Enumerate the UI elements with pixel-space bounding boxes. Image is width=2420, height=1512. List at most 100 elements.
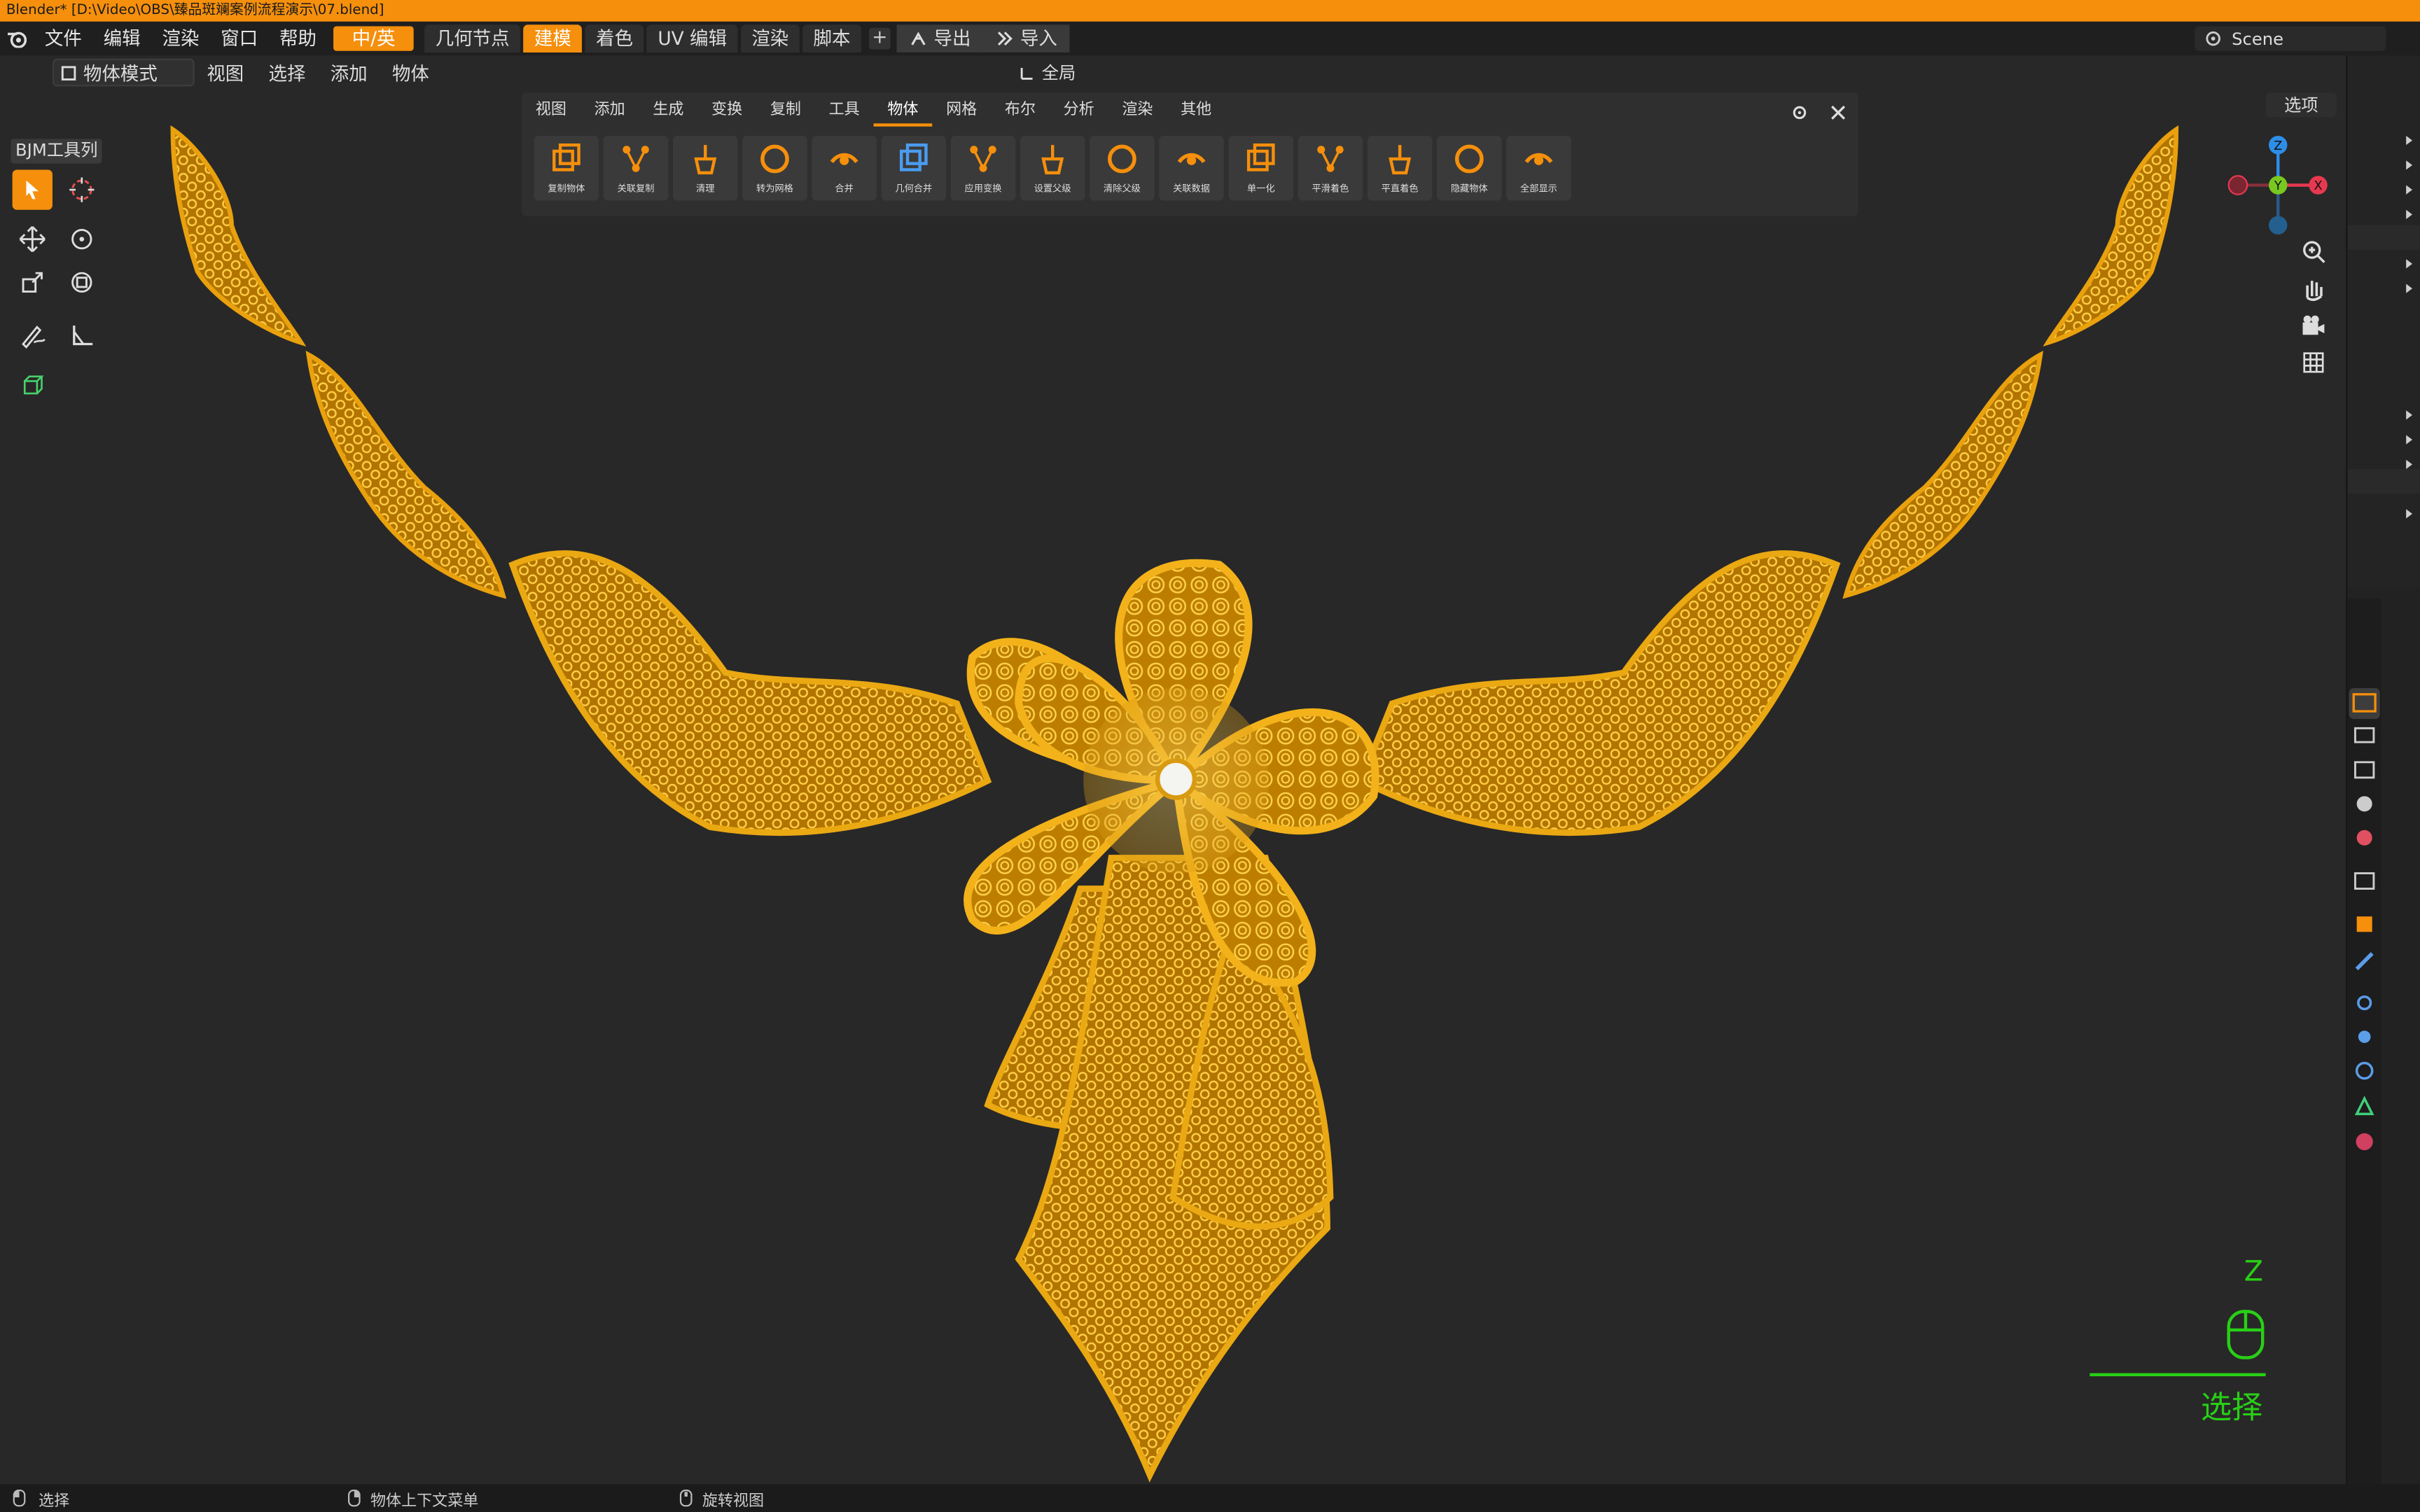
toolbox-tab[interactable]: 工具 <box>815 96 874 127</box>
toolbox-button[interactable]: 合并 <box>812 135 877 201</box>
bjm-toolbar-title: BJM工具列 <box>11 139 103 164</box>
interaction-mode-select[interactable]: 物体模式 <box>52 58 195 87</box>
3d-viewport[interactable]: 物体模式 视图 选择 添加 物体 全局 BJM工具列 视图 添加 生成 变换 复… <box>0 55 2346 1485</box>
toolbox-button-label: 平直着色 <box>1381 183 1419 195</box>
status-select-hint: 选择 <box>39 1492 70 1510</box>
pressed-key-label: Z <box>2244 1256 2263 1289</box>
right-ribbon-arm <box>1357 550 1841 836</box>
viewport-menu-object[interactable]: 物体 <box>380 59 441 85</box>
transform-icon <box>71 272 92 293</box>
properties-tab-icons[interactable] <box>2347 598 2381 1216</box>
toolbox-tab[interactable]: 网格 <box>932 96 991 127</box>
viewport-menu-add[interactable]: 添加 <box>318 59 380 85</box>
select-tool-button[interactable] <box>12 169 53 210</box>
toolbox-tab[interactable]: 添加 <box>580 96 639 127</box>
scene-name: Scene <box>2232 28 2284 49</box>
outliner-rows <box>2347 135 2420 519</box>
viewport-menu-select[interactable]: 选择 <box>256 59 318 85</box>
measure-tool-button[interactable] <box>62 315 102 355</box>
menu-window[interactable]: 窗口 <box>210 22 269 55</box>
gizmo-x-label: X <box>2314 179 2323 193</box>
toolbox-buttons: 复制物体 关联复制 清理 转为网格 合并 几何合并 应用变换 设置父级 清除父级 关联数据 单一化 平… <box>534 135 1571 201</box>
toolbox-button[interactable]: 转为网格 <box>742 135 807 201</box>
toolbox-button[interactable]: 清理 <box>672 135 738 201</box>
toolbox-button[interactable]: 全部显示 <box>1506 135 1571 201</box>
camera-icon[interactable] <box>2300 312 2328 340</box>
toolbox-tab[interactable]: 布尔 <box>991 96 1050 127</box>
tab-modeling[interactable]: 建模 <box>523 24 583 52</box>
pencil-icon <box>22 326 46 349</box>
toolbox-tab[interactable]: 变换 <box>697 96 756 127</box>
toolbox-button[interactable]: 关联复制 <box>603 135 669 201</box>
menu-edit[interactable]: 编辑 <box>92 22 151 55</box>
transform-orientation-select[interactable]: 全局 <box>1019 59 1076 87</box>
clean-brush-icon <box>694 145 717 175</box>
toolbox-tab[interactable]: 生成 <box>639 96 697 127</box>
toolbox-button[interactable]: 应用变换 <box>950 135 1016 201</box>
add-cube-tool-button[interactable] <box>13 364 53 404</box>
navigation-gizmo[interactable]: Z X Y <box>2225 133 2330 238</box>
apply-transform-icon <box>970 146 996 172</box>
geometry-join-icon <box>899 143 928 172</box>
linked-duplicate-icon <box>623 146 649 172</box>
hide-object-icon <box>1454 144 1484 174</box>
toolbox-tab[interactable]: 复制 <box>756 96 815 127</box>
toolbox-tab[interactable]: 分析 <box>1050 96 1108 127</box>
toolbox-button[interactable]: 平滑着色 <box>1298 135 1363 201</box>
menu-render[interactable]: 渲染 <box>151 22 210 55</box>
toolbox-button-label: 几何合并 <box>895 183 933 195</box>
outliner-panel[interactable] <box>2347 55 2420 588</box>
orientation-label: 全局 <box>1041 63 1076 84</box>
toolbox-button[interactable]: 单一化 <box>1228 135 1294 201</box>
toolbox-button-label: 合并 <box>835 183 854 195</box>
tab-uv-editing[interactable]: UV 编辑 <box>646 24 738 52</box>
import-button[interactable]: 导入 <box>983 24 1070 52</box>
menu-file[interactable]: 文件 <box>34 22 92 55</box>
toolbox-tab[interactable]: 物体 <box>873 96 933 127</box>
close-icon[interactable] <box>1829 99 1847 128</box>
toolbox-button[interactable]: 平直着色 <box>1367 135 1433 201</box>
cursor-tool-button[interactable] <box>62 169 102 209</box>
menu-help[interactable]: 帮助 <box>269 22 328 55</box>
move-arrows-icon <box>19 225 46 253</box>
toolbox-tab[interactable]: 其他 <box>1167 96 1225 127</box>
blender-logo-icon[interactable] <box>0 22 34 55</box>
toolbox-tab[interactable]: 渲染 <box>1108 96 1167 127</box>
toolbox-button[interactable]: 关联数据 <box>1159 135 1224 201</box>
toolbox-button[interactable]: 清除父级 <box>1090 135 1155 201</box>
tab-shading[interactable]: 着色 <box>585 24 644 52</box>
orientation-icon <box>1020 66 1033 79</box>
status-rotate-view-hint: 旋转视图 <box>702 1492 765 1510</box>
left-chain-link-middle <box>305 350 507 599</box>
annotate-tool-button[interactable] <box>13 315 53 355</box>
toolbox-button-label: 单一化 <box>1246 183 1275 195</box>
export-button[interactable]: 导出 <box>896 24 984 52</box>
mouse-icon <box>2227 1310 2265 1359</box>
language-toggle-button[interactable]: 中/英 <box>333 26 414 51</box>
viewport-menu-view[interactable]: 视图 <box>195 59 256 85</box>
ruler-icon <box>73 326 93 346</box>
toolbox-button[interactable]: 复制物体 <box>534 135 599 201</box>
add-workspace-button[interactable]: + <box>868 27 891 50</box>
tab-geometry-nodes[interactable]: 几何节点 <box>424 24 521 52</box>
grid-icon[interactable] <box>2300 349 2328 377</box>
rotate-tool-button[interactable] <box>62 219 102 259</box>
tab-rendering[interactable]: 渲染 <box>740 24 800 52</box>
export-icon <box>911 31 926 46</box>
scale-tool-button[interactable] <box>13 262 53 302</box>
toolbox-tab[interactable]: 视图 <box>522 96 580 127</box>
scene-icon <box>2206 31 2220 46</box>
transform-tool-button[interactable] <box>62 262 102 302</box>
viewport-header: 物体模式 视图 选择 添加 物体 全局 <box>0 55 2346 89</box>
pan-hand-icon[interactable] <box>2300 274 2328 302</box>
toolbox-button[interactable]: 几何合并 <box>881 135 947 201</box>
move-tool-button[interactable] <box>13 219 53 259</box>
scene-selector[interactable]: Scene <box>2195 26 2386 51</box>
left-chain-link-upper <box>170 125 307 347</box>
zoom-icon[interactable] <box>2300 237 2328 265</box>
toolbox-button[interactable]: 设置父级 <box>1020 135 1085 201</box>
gear-icon[interactable] <box>1790 99 1809 128</box>
tab-scripting[interactable]: 脚本 <box>802 24 861 52</box>
viewport-options-button[interactable]: 选项 <box>2265 92 2337 118</box>
toolbox-button[interactable]: 隐藏物体 <box>1437 135 1502 201</box>
